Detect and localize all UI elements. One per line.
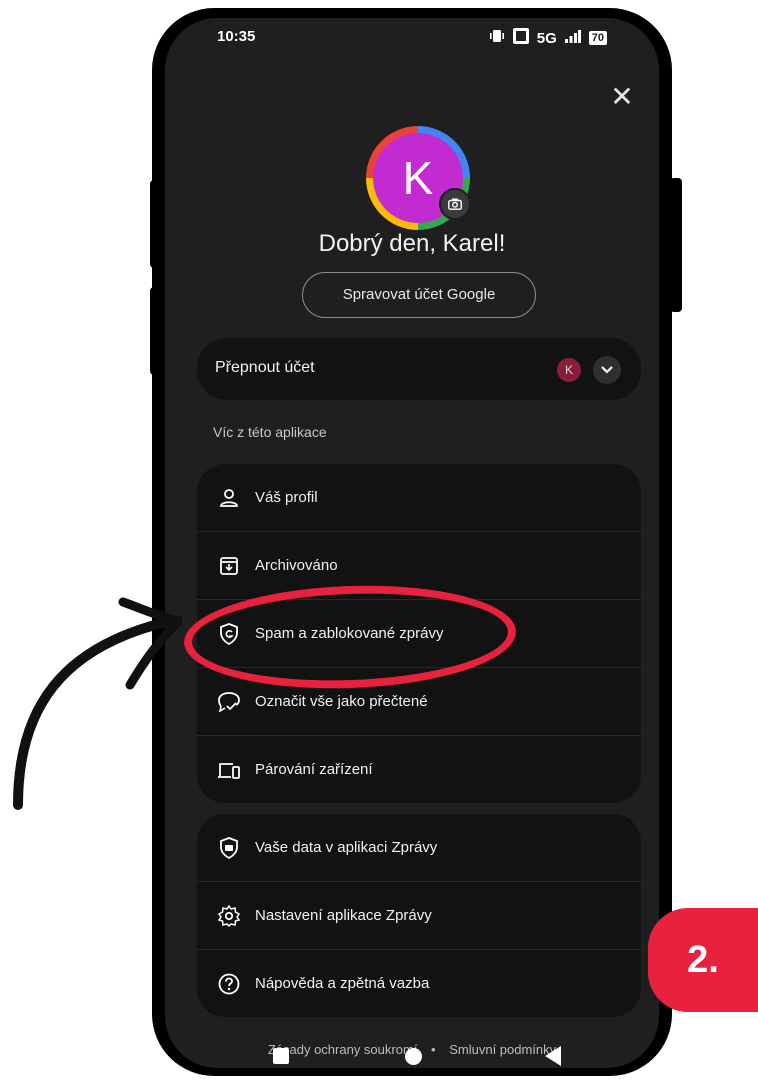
menu-item-label: Váš profil bbox=[255, 489, 318, 506]
person-icon bbox=[217, 486, 241, 510]
gear-icon bbox=[217, 904, 241, 928]
menu-item-profile[interactable]: Váš profil bbox=[197, 464, 641, 532]
menu-item-label: Archivováno bbox=[255, 557, 338, 574]
privacy-link[interactable]: Zásady ochrany soukromí bbox=[268, 1042, 418, 1057]
menu-item-label: Nastavení aplikace Zprávy bbox=[255, 907, 432, 924]
battery-indicator: 70 bbox=[588, 31, 607, 45]
menu-item-your-data[interactable]: Vaše data v aplikaci Zprávy bbox=[197, 814, 641, 882]
menu-item-device-pairing[interactable]: Párování zařízení bbox=[197, 736, 641, 803]
menu-item-label: Označit vše jako přečtené bbox=[255, 693, 428, 710]
arrow-annotation bbox=[13, 597, 183, 810]
step-badge: 2. bbox=[648, 908, 758, 1012]
mark-read-icon bbox=[217, 690, 241, 714]
battery-level: 70 bbox=[591, 32, 604, 44]
data-shield-icon bbox=[217, 836, 241, 860]
screen: 10:35 5G 70 ✕ K Dobrý den, Karel! Spravo… bbox=[165, 18, 659, 1068]
archive-icon bbox=[217, 554, 241, 578]
help-icon bbox=[217, 972, 241, 996]
chevron-down-icon[interactable] bbox=[593, 356, 621, 384]
nav-back-button[interactable] bbox=[545, 1046, 561, 1066]
nav-recents-button[interactable] bbox=[273, 1048, 289, 1064]
network-type: 5G bbox=[536, 29, 557, 47]
status-icons: 5G 70 bbox=[489, 28, 607, 48]
menu-item-label: Nápověda a zpětná vazba bbox=[255, 975, 430, 992]
vibrate-icon bbox=[489, 29, 505, 47]
switch-account-label: Přepnout účet bbox=[215, 359, 315, 376]
menu-item-label: Vaše data v aplikaci Zprávy bbox=[255, 839, 438, 856]
close-icon[interactable]: ✕ bbox=[609, 83, 635, 111]
greeting: Dobrý den, Karel! bbox=[318, 230, 506, 257]
devices-icon bbox=[217, 758, 241, 782]
manage-account-button[interactable]: Spravovat účet Google bbox=[302, 272, 536, 318]
nav-home-button[interactable] bbox=[405, 1048, 422, 1065]
volume-button-top bbox=[150, 180, 162, 268]
power-button bbox=[670, 178, 682, 312]
status-bar: 10:35 5G 70 bbox=[165, 18, 659, 58]
terms-link[interactable]: Smluvní podmínky bbox=[449, 1042, 556, 1057]
account-avatar: K bbox=[557, 358, 581, 382]
menu-item-settings[interactable]: Nastavení aplikace Zprávy bbox=[197, 882, 641, 950]
status-time: 10:35 bbox=[217, 28, 256, 45]
camera-icon[interactable] bbox=[439, 188, 471, 220]
section-title: Víc z této aplikace bbox=[213, 424, 327, 440]
menu-item-label: Párování zařízení bbox=[255, 761, 373, 778]
volte-icon bbox=[512, 28, 529, 48]
signal-icon bbox=[564, 29, 581, 47]
menu-item-help[interactable]: Nápověda a zpětná vazba bbox=[197, 950, 641, 1017]
switch-account-row[interactable]: Přepnout účet K bbox=[197, 338, 641, 400]
volume-button-bottom bbox=[150, 287, 162, 375]
footer-separator: • bbox=[431, 1042, 436, 1057]
menu-card-settings: Vaše data v aplikaci Zprávy Nastavení ap… bbox=[197, 814, 641, 1017]
